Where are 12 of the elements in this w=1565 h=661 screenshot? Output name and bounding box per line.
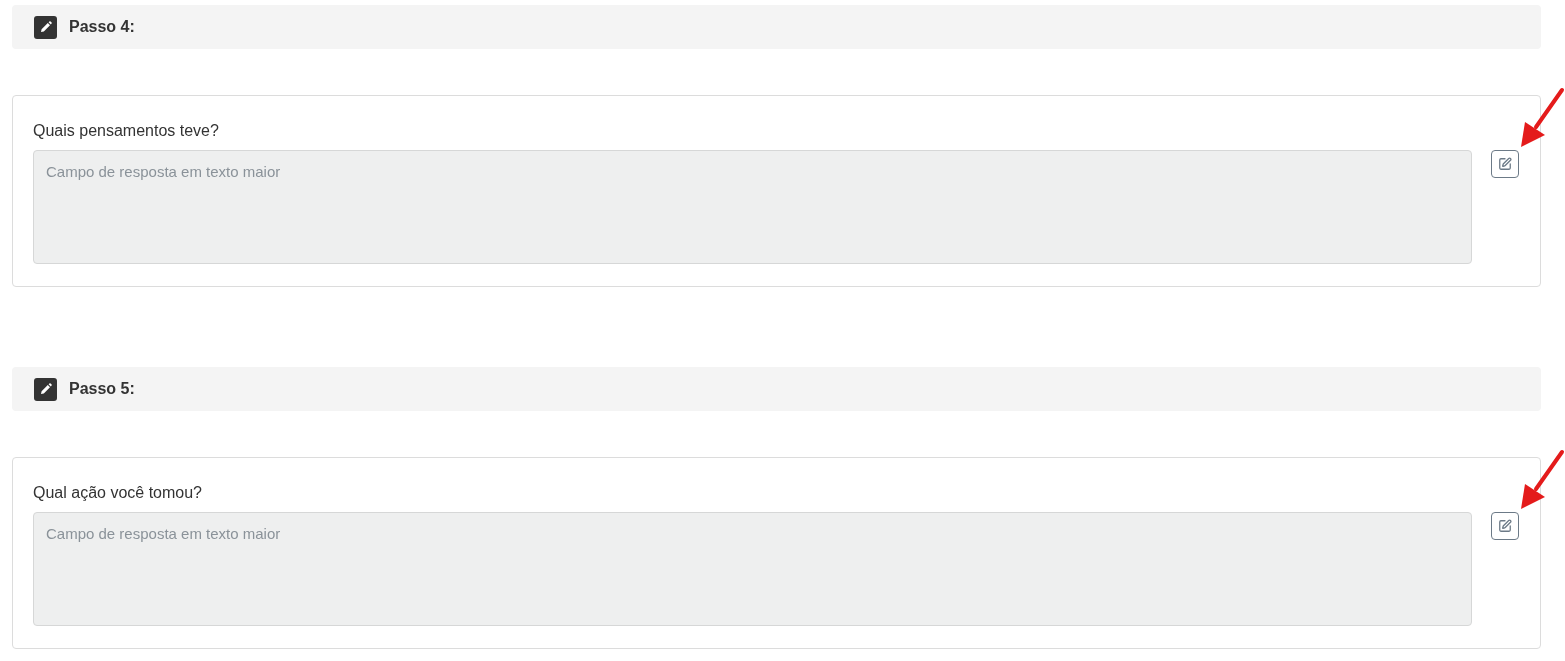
- pencil-icon: [34, 15, 57, 39]
- pencil-square-icon: [1498, 519, 1512, 533]
- pencil-icon: [34, 377, 57, 401]
- answer-field[interactable]: Campo de resposta em texto maior: [33, 150, 1472, 264]
- step-title: Passo 4:: [69, 18, 135, 36]
- answer-field[interactable]: Campo de resposta em texto maior: [33, 512, 1472, 626]
- edit-button[interactable]: [1491, 150, 1519, 178]
- edit-button[interactable]: [1491, 512, 1519, 540]
- step-title: Passo 5:: [69, 380, 135, 398]
- question-label: Quais pensamentos teve?: [33, 121, 220, 141]
- question-label: Qual ação você tomou?: [33, 483, 203, 503]
- pencil-square-icon: [1498, 157, 1512, 171]
